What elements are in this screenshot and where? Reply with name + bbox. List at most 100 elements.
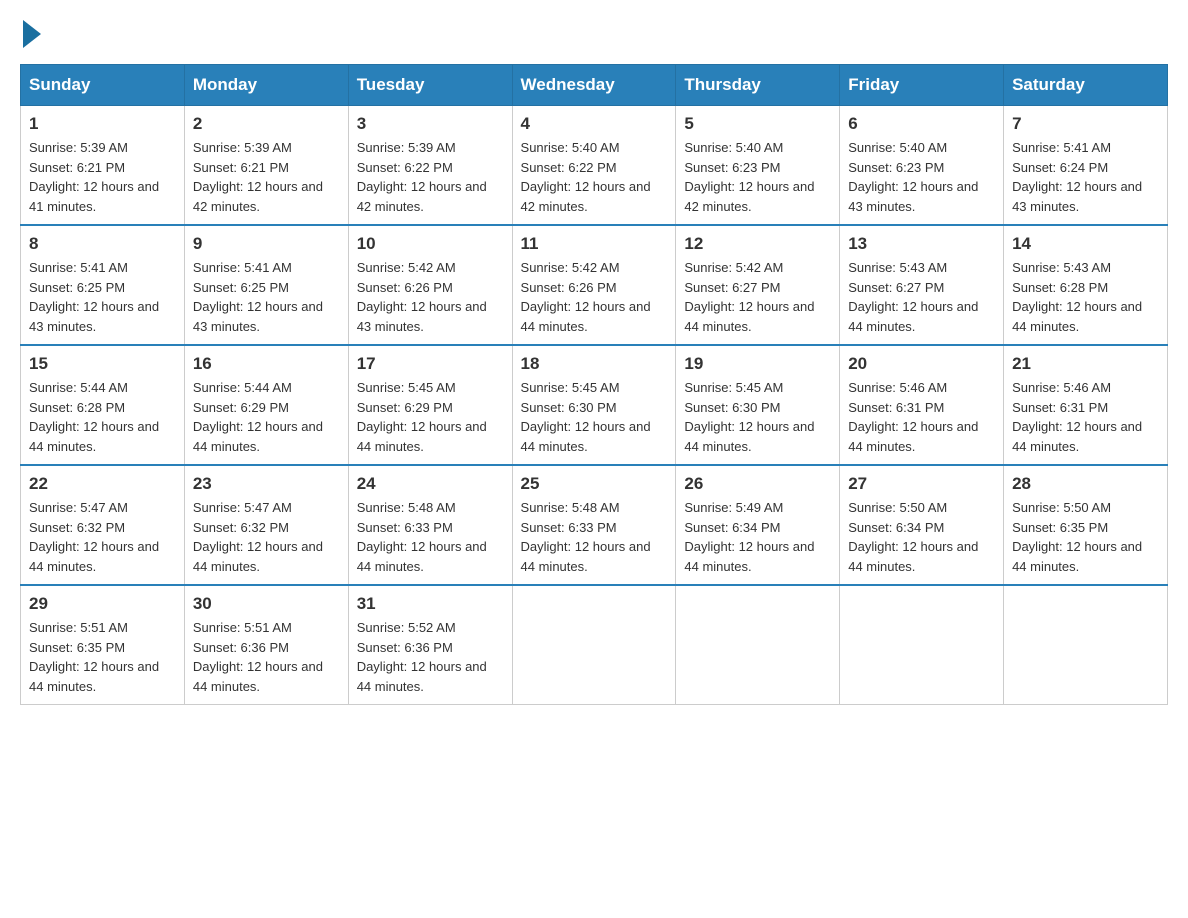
daylight-label: Daylight: 12 hours and 42 minutes.	[193, 179, 323, 214]
calendar-cell: 17 Sunrise: 5:45 AM Sunset: 6:29 PM Dayl…	[348, 345, 512, 465]
sunrise-label: Sunrise: 5:41 AM	[193, 260, 292, 275]
calendar-week-1: 1 Sunrise: 5:39 AM Sunset: 6:21 PM Dayli…	[21, 106, 1168, 226]
sunset-label: Sunset: 6:32 PM	[29, 520, 125, 535]
daylight-label: Daylight: 12 hours and 44 minutes.	[848, 419, 978, 454]
day-info: Sunrise: 5:50 AM Sunset: 6:34 PM Dayligh…	[848, 498, 995, 576]
sunset-label: Sunset: 6:34 PM	[848, 520, 944, 535]
daylight-label: Daylight: 12 hours and 44 minutes.	[193, 659, 323, 694]
calendar-cell: 19 Sunrise: 5:45 AM Sunset: 6:30 PM Dayl…	[676, 345, 840, 465]
daylight-label: Daylight: 12 hours and 44 minutes.	[1012, 419, 1142, 454]
sunset-label: Sunset: 6:28 PM	[1012, 280, 1108, 295]
sunset-label: Sunset: 6:29 PM	[193, 400, 289, 415]
day-info: Sunrise: 5:51 AM Sunset: 6:35 PM Dayligh…	[29, 618, 176, 696]
day-info: Sunrise: 5:41 AM Sunset: 6:25 PM Dayligh…	[193, 258, 340, 336]
sunset-label: Sunset: 6:22 PM	[357, 160, 453, 175]
sunrise-label: Sunrise: 5:39 AM	[193, 140, 292, 155]
sunset-label: Sunset: 6:21 PM	[29, 160, 125, 175]
daylight-label: Daylight: 12 hours and 44 minutes.	[1012, 299, 1142, 334]
day-number: 25	[521, 474, 668, 494]
day-number: 9	[193, 234, 340, 254]
daylight-label: Daylight: 12 hours and 42 minutes.	[357, 179, 487, 214]
calendar-cell: 30 Sunrise: 5:51 AM Sunset: 6:36 PM Dayl…	[184, 585, 348, 705]
sunrise-label: Sunrise: 5:47 AM	[29, 500, 128, 515]
day-number: 11	[521, 234, 668, 254]
sunrise-label: Sunrise: 5:45 AM	[357, 380, 456, 395]
day-info: Sunrise: 5:44 AM Sunset: 6:29 PM Dayligh…	[193, 378, 340, 456]
calendar-cell: 2 Sunrise: 5:39 AM Sunset: 6:21 PM Dayli…	[184, 106, 348, 226]
sunrise-label: Sunrise: 5:51 AM	[193, 620, 292, 635]
weekday-header-wednesday: Wednesday	[512, 65, 676, 106]
day-number: 29	[29, 594, 176, 614]
daylight-label: Daylight: 12 hours and 44 minutes.	[521, 539, 651, 574]
calendar-table: SundayMondayTuesdayWednesdayThursdayFrid…	[20, 64, 1168, 705]
daylight-label: Daylight: 12 hours and 41 minutes.	[29, 179, 159, 214]
calendar-cell: 28 Sunrise: 5:50 AM Sunset: 6:35 PM Dayl…	[1004, 465, 1168, 585]
day-info: Sunrise: 5:45 AM Sunset: 6:30 PM Dayligh…	[521, 378, 668, 456]
calendar-cell: 18 Sunrise: 5:45 AM Sunset: 6:30 PM Dayl…	[512, 345, 676, 465]
sunrise-label: Sunrise: 5:44 AM	[193, 380, 292, 395]
sunset-label: Sunset: 6:21 PM	[193, 160, 289, 175]
day-info: Sunrise: 5:46 AM Sunset: 6:31 PM Dayligh…	[1012, 378, 1159, 456]
calendar-week-2: 8 Sunrise: 5:41 AM Sunset: 6:25 PM Dayli…	[21, 225, 1168, 345]
calendar-cell: 27 Sunrise: 5:50 AM Sunset: 6:34 PM Dayl…	[840, 465, 1004, 585]
day-info: Sunrise: 5:51 AM Sunset: 6:36 PM Dayligh…	[193, 618, 340, 696]
daylight-label: Daylight: 12 hours and 43 minutes.	[848, 179, 978, 214]
daylight-label: Daylight: 12 hours and 44 minutes.	[1012, 539, 1142, 574]
day-info: Sunrise: 5:42 AM Sunset: 6:27 PM Dayligh…	[684, 258, 831, 336]
day-info: Sunrise: 5:50 AM Sunset: 6:35 PM Dayligh…	[1012, 498, 1159, 576]
day-info: Sunrise: 5:52 AM Sunset: 6:36 PM Dayligh…	[357, 618, 504, 696]
calendar-cell: 6 Sunrise: 5:40 AM Sunset: 6:23 PM Dayli…	[840, 106, 1004, 226]
calendar-week-3: 15 Sunrise: 5:44 AM Sunset: 6:28 PM Dayl…	[21, 345, 1168, 465]
day-info: Sunrise: 5:42 AM Sunset: 6:26 PM Dayligh…	[521, 258, 668, 336]
calendar-cell: 10 Sunrise: 5:42 AM Sunset: 6:26 PM Dayl…	[348, 225, 512, 345]
day-number: 12	[684, 234, 831, 254]
calendar-cell: 13 Sunrise: 5:43 AM Sunset: 6:27 PM Dayl…	[840, 225, 1004, 345]
daylight-label: Daylight: 12 hours and 44 minutes.	[521, 299, 651, 334]
sunset-label: Sunset: 6:30 PM	[521, 400, 617, 415]
sunrise-label: Sunrise: 5:42 AM	[684, 260, 783, 275]
sunset-label: Sunset: 6:36 PM	[357, 640, 453, 655]
day-info: Sunrise: 5:48 AM Sunset: 6:33 PM Dayligh…	[357, 498, 504, 576]
sunrise-label: Sunrise: 5:43 AM	[1012, 260, 1111, 275]
sunrise-label: Sunrise: 5:52 AM	[357, 620, 456, 635]
calendar-week-4: 22 Sunrise: 5:47 AM Sunset: 6:32 PM Dayl…	[21, 465, 1168, 585]
sunset-label: Sunset: 6:25 PM	[193, 280, 289, 295]
day-number: 23	[193, 474, 340, 494]
day-number: 17	[357, 354, 504, 374]
daylight-label: Daylight: 12 hours and 43 minutes.	[29, 299, 159, 334]
daylight-label: Daylight: 12 hours and 44 minutes.	[848, 299, 978, 334]
weekday-header-sunday: Sunday	[21, 65, 185, 106]
day-number: 27	[848, 474, 995, 494]
sunset-label: Sunset: 6:36 PM	[193, 640, 289, 655]
day-info: Sunrise: 5:40 AM Sunset: 6:23 PM Dayligh…	[848, 138, 995, 216]
day-number: 5	[684, 114, 831, 134]
sunset-label: Sunset: 6:27 PM	[684, 280, 780, 295]
daylight-label: Daylight: 12 hours and 44 minutes.	[357, 659, 487, 694]
day-info: Sunrise: 5:40 AM Sunset: 6:23 PM Dayligh…	[684, 138, 831, 216]
sunrise-label: Sunrise: 5:44 AM	[29, 380, 128, 395]
calendar-cell: 21 Sunrise: 5:46 AM Sunset: 6:31 PM Dayl…	[1004, 345, 1168, 465]
sunrise-label: Sunrise: 5:48 AM	[521, 500, 620, 515]
day-number: 8	[29, 234, 176, 254]
weekday-header-row: SundayMondayTuesdayWednesdayThursdayFrid…	[21, 65, 1168, 106]
day-number: 30	[193, 594, 340, 614]
day-number: 10	[357, 234, 504, 254]
sunset-label: Sunset: 6:26 PM	[357, 280, 453, 295]
day-number: 22	[29, 474, 176, 494]
page-header	[20, 20, 1168, 44]
day-info: Sunrise: 5:39 AM Sunset: 6:21 PM Dayligh…	[193, 138, 340, 216]
day-number: 19	[684, 354, 831, 374]
calendar-week-5: 29 Sunrise: 5:51 AM Sunset: 6:35 PM Dayl…	[21, 585, 1168, 705]
weekday-header-saturday: Saturday	[1004, 65, 1168, 106]
day-number: 3	[357, 114, 504, 134]
day-info: Sunrise: 5:42 AM Sunset: 6:26 PM Dayligh…	[357, 258, 504, 336]
sunset-label: Sunset: 6:24 PM	[1012, 160, 1108, 175]
sunrise-label: Sunrise: 5:50 AM	[1012, 500, 1111, 515]
sunset-label: Sunset: 6:32 PM	[193, 520, 289, 535]
daylight-label: Daylight: 12 hours and 43 minutes.	[1012, 179, 1142, 214]
calendar-cell: 29 Sunrise: 5:51 AM Sunset: 6:35 PM Dayl…	[21, 585, 185, 705]
sunrise-label: Sunrise: 5:48 AM	[357, 500, 456, 515]
calendar-cell: 14 Sunrise: 5:43 AM Sunset: 6:28 PM Dayl…	[1004, 225, 1168, 345]
day-info: Sunrise: 5:41 AM Sunset: 6:25 PM Dayligh…	[29, 258, 176, 336]
daylight-label: Daylight: 12 hours and 44 minutes.	[521, 419, 651, 454]
